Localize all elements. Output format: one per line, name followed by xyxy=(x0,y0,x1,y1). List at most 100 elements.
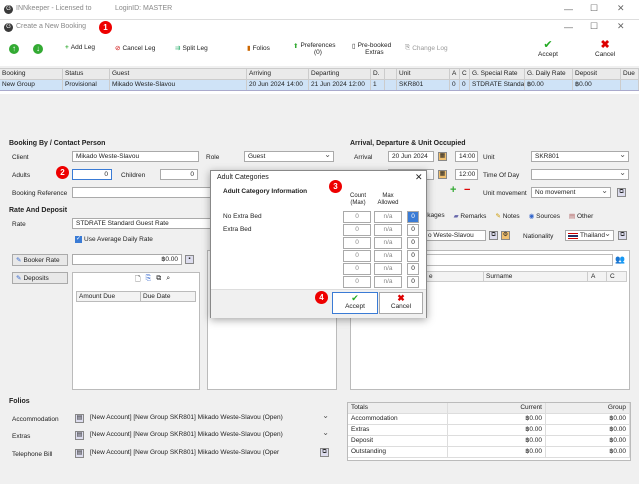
booking-reference-field[interactable] xyxy=(72,187,212,198)
category-count-field[interactable]: 0 xyxy=(343,237,371,249)
search-icon[interactable]: ⌕ xyxy=(166,275,170,286)
phone-copy-icon[interactable]: ⧉ xyxy=(320,448,329,457)
category-count-field[interactable]: 0 xyxy=(343,211,371,223)
grid-cell: STDRATE Standar xyxy=(472,80,525,90)
folio-extras-select[interactable]: [New Account] [New Group SKR801] Mikado … xyxy=(87,430,331,441)
accept-button[interactable]: ✔ Accept xyxy=(538,40,558,59)
maximize-icon[interactable]: ☐ xyxy=(590,3,598,14)
dialog-close-icon[interactable]: ✕ xyxy=(415,172,423,183)
flag-icon xyxy=(568,233,578,239)
add-leg-button[interactable]: + Add Leg xyxy=(65,44,95,51)
client-field[interactable]: Mikado Weste-Slavou xyxy=(72,151,199,162)
up-arrow-icon[interactable]: ↑ xyxy=(9,44,19,54)
grid-header-cell[interactable]: Departing xyxy=(309,69,371,79)
grid-header-cell[interactable]: A xyxy=(450,69,460,79)
category-value-field[interactable]: 0 xyxy=(407,263,419,275)
grid-header-cell[interactable]: Status xyxy=(63,69,110,79)
rate-select[interactable]: STDRATE Standard Guest Rate xyxy=(72,218,212,229)
cancel-button[interactable]: ✖ Cancel xyxy=(595,40,615,59)
category-value-field[interactable]: 0 xyxy=(407,237,419,249)
grid-header-cell[interactable]: D. xyxy=(371,69,385,79)
prebooked-extras-button[interactable]: ▯ Pre-booked Extras xyxy=(352,42,391,56)
booker-rate-button[interactable]: ✎ Booker Rate xyxy=(12,254,68,266)
minimize-icon[interactable]: — xyxy=(564,4,573,14)
dialog-close-icon[interactable]: ✕ xyxy=(617,21,625,32)
category-count-field[interactable]: 0 xyxy=(343,276,371,288)
grid-header-cell[interactable]: Booking xyxy=(0,69,63,79)
deposits-button[interactable]: ✎ Deposits xyxy=(12,272,68,284)
booker-rate-value[interactable]: ฿0.00 xyxy=(72,254,182,265)
arrival-time-field[interactable]: 14:00 xyxy=(455,151,478,162)
adults-field[interactable]: 0 xyxy=(72,169,112,180)
tab-notes[interactable]: ✎ Notes xyxy=(495,212,519,220)
people-icon[interactable]: 👥 xyxy=(615,255,625,264)
category-count-field[interactable]: 0 xyxy=(343,263,371,275)
new-doc-icon[interactable]: 🗋 xyxy=(135,275,141,286)
category-count-field[interactable]: 0 xyxy=(343,224,371,236)
grid-header-cell[interactable]: Unit xyxy=(397,69,450,79)
table-row[interactable]: New Group Provisional Mikado Weste-Slavou 2… xyxy=(0,80,639,91)
preferences-button[interactable]: ⬆ Preferences (0) xyxy=(293,42,336,56)
grid-header-cell[interactable]: Due xyxy=(621,69,639,79)
category-value-field[interactable]: 0 xyxy=(407,224,419,236)
dialog-maximize-icon[interactable]: ☐ xyxy=(590,21,598,32)
dialog-cancel-button[interactable]: ✖ Cancel xyxy=(379,292,423,314)
calendar-icon-2[interactable]: ▦ xyxy=(438,170,447,179)
grid-cell: 20 Jun 2024 14:00 xyxy=(247,80,309,90)
grid-header-cell[interactable]: Arriving xyxy=(247,69,309,79)
folio-accommodation-select[interactable]: [New Account] [New Group SKR801] Mikado … xyxy=(87,413,331,424)
category-value-field[interactable]: 0 xyxy=(407,250,419,262)
folio-doc-icon[interactable]: ▤ xyxy=(75,449,84,458)
add-doc-icon[interactable]: ⎘ xyxy=(146,275,152,286)
category-value-field[interactable]: 0 xyxy=(407,276,419,288)
children-field[interactable]: 0 xyxy=(160,169,198,180)
grid-header-cell[interactable] xyxy=(385,69,397,79)
unit-select[interactable]: SKR801 xyxy=(531,151,629,162)
dialog-logo-icon: G xyxy=(4,23,13,32)
time-of-day-select[interactable] xyxy=(531,169,629,180)
deposits-panel: 🗋 ⎘ ⧉ ⌕ Amount Due Due Date xyxy=(72,272,200,390)
close-icon[interactable]: ✕ xyxy=(617,3,625,14)
grid-header-cell[interactable]: G. Daily Rate xyxy=(525,69,573,79)
guest-search-field[interactable] xyxy=(423,254,613,266)
add-unit-icon[interactable]: + xyxy=(450,184,456,196)
folio-doc-icon[interactable]: ▤ xyxy=(75,414,84,423)
departure-time-field[interactable]: 12:00 xyxy=(455,169,478,180)
folios-button[interactable]: ▮ Folios xyxy=(247,44,270,53)
tab-packages[interactable]: ckages xyxy=(424,212,445,220)
copy-unit-icon[interactable]: ⧉ xyxy=(617,188,626,197)
calendar-icon[interactable]: ▦ xyxy=(438,152,447,161)
calculator-icon[interactable]: ▪ xyxy=(185,255,194,264)
down-arrow-icon[interactable]: ↓ xyxy=(33,44,43,54)
grid-header-cell[interactable]: G. Special Rate xyxy=(470,69,525,79)
table-row: Outstanding ฿0.00 ฿0.00 xyxy=(348,447,630,458)
arrival-date-field[interactable]: 20 Jun 2024 xyxy=(388,151,434,162)
tab-remarks[interactable]: ▰ Remarks xyxy=(454,212,487,220)
unit-movement-select[interactable]: No movement xyxy=(531,187,611,198)
grid-header-cell[interactable]: C xyxy=(460,69,470,79)
remove-unit-icon[interactable]: − xyxy=(464,184,470,196)
change-log-button[interactable]: ⎘ Change Log xyxy=(405,44,448,52)
grid-header-cell[interactable]: Guest xyxy=(110,69,247,79)
nationality-select[interactable]: Thailand xyxy=(565,230,614,241)
guest-lookup-icon[interactable]: ⚙ xyxy=(501,231,510,240)
dialog-minimize-icon[interactable]: — xyxy=(564,22,573,32)
grid-header-cell[interactable]: Deposit xyxy=(573,69,621,79)
guest-copy-icon[interactable]: ⧉ xyxy=(489,231,498,240)
category-value-field[interactable]: 0 xyxy=(407,211,419,223)
folio-telephone-select[interactable]: [New Account] [New Group SKR801] Mikado … xyxy=(87,448,331,459)
use-average-checkbox[interactable]: ✓ Use Average Daily Rate xyxy=(75,236,153,243)
split-leg-button[interactable]: ⇉ Split Leg xyxy=(175,44,208,53)
tab-sources[interactable]: ◉ Sources xyxy=(529,212,560,220)
role-select[interactable]: Guest xyxy=(244,151,334,162)
copy-icon[interactable]: ⧉ xyxy=(156,275,161,286)
category-max-field: n/a xyxy=(374,224,402,236)
nationality-copy-icon[interactable]: ⧉ xyxy=(618,231,627,240)
cancel-leg-button[interactable]: ⊘ Cancel Leg xyxy=(115,44,155,53)
guest-field[interactable]: o Weste-Slavou xyxy=(424,230,486,241)
detail-tabs: ckages ▰ Remarks ✎ Notes ◉ Sources ▤ Oth… xyxy=(424,212,634,220)
dialog-accept-button[interactable]: ✔ Accept xyxy=(332,292,378,314)
category-count-field[interactable]: 0 xyxy=(343,250,371,262)
tab-other[interactable]: ▤ Other xyxy=(569,212,593,220)
folio-doc-icon[interactable]: ▤ xyxy=(75,431,84,440)
